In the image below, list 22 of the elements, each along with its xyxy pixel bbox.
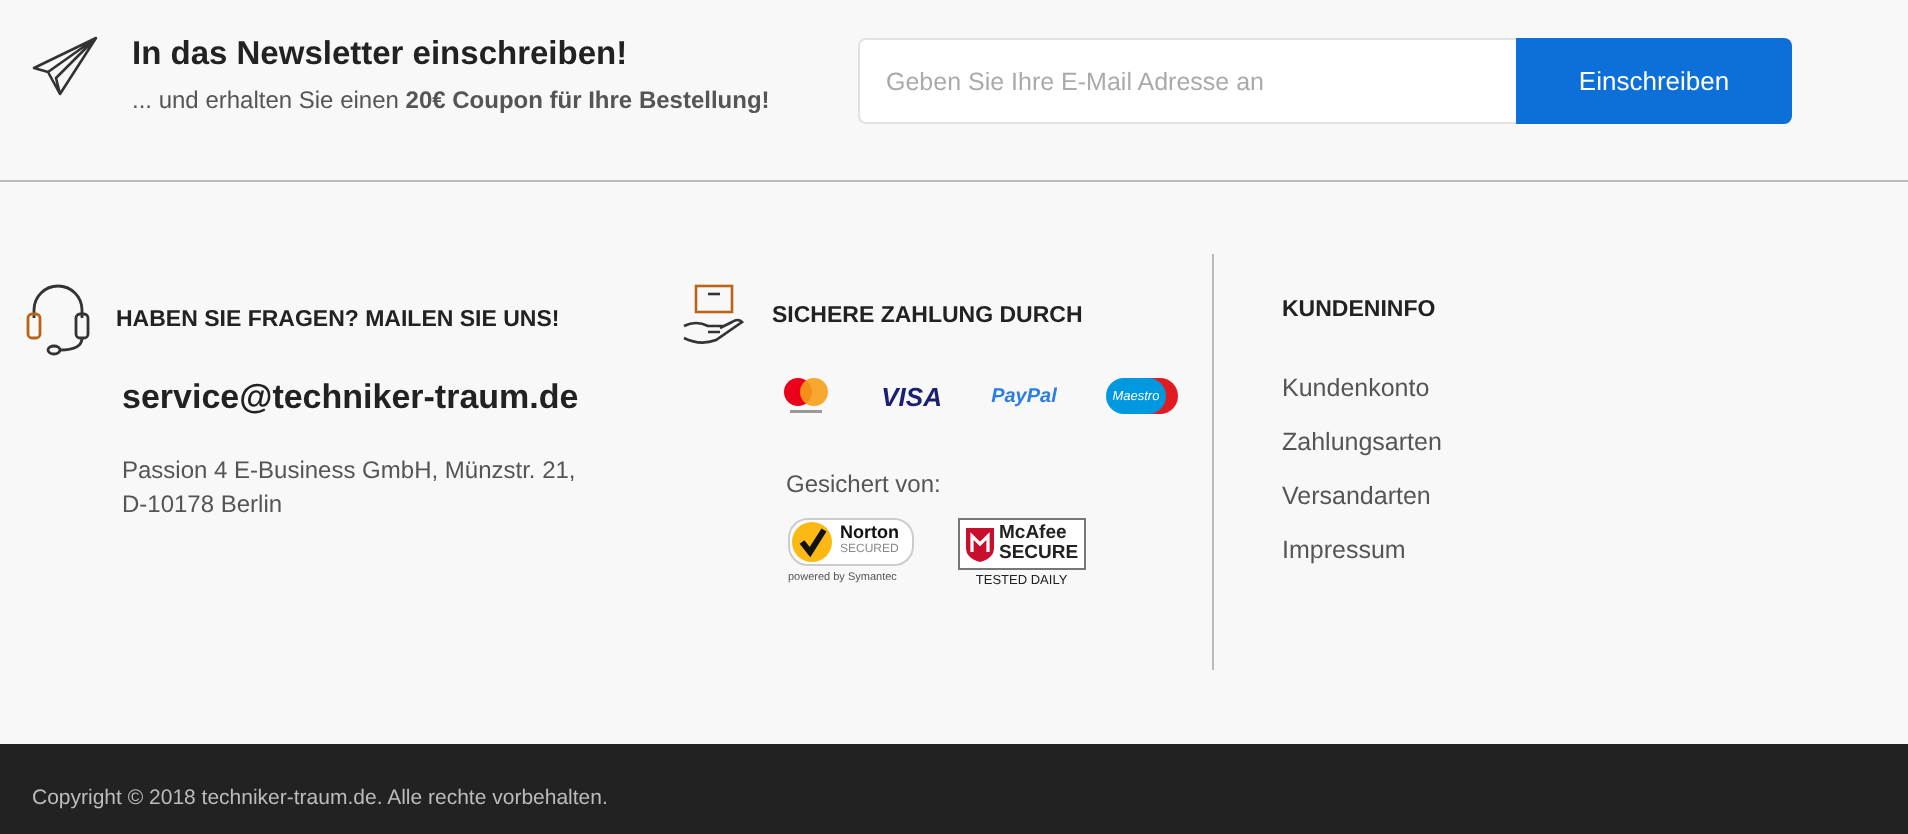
contact-heading: HABEN SIE FRAGEN? MAILEN SIE UNS! — [116, 308, 560, 332]
footer-link[interactable]: Impressum — [1282, 536, 1442, 566]
newsletter-subtitle: ... und erhalten Sie einen 20€ Coupon für Ihre Bestellung! — [132, 86, 772, 114]
headset-icon — [24, 282, 92, 358]
address-line: Passion 4 E-Business GmbH, Münzstr. 21, — [122, 454, 578, 488]
visa-logo: VISA — [881, 381, 942, 411]
customer-info-heading: KUNDENINFO — [1282, 298, 1438, 322]
email-input-field[interactable]: Geben Sie Ihre E-Mail Adresse an — [858, 38, 1516, 124]
footer-link[interactable]: Zahlungsarten — [1282, 428, 1442, 458]
secured-by-label: Gesichert von: — [786, 470, 943, 498]
mastercard-logo — [780, 376, 832, 416]
paypal-logo: PayPal — [991, 385, 1057, 407]
payment-heading: SICHERE ZAHLUNG DURCH — [772, 304, 1083, 328]
footer-link[interactable]: Kundenkonto — [1282, 374, 1442, 404]
hand-with-box-icon — [680, 282, 748, 350]
contact-email: service@techniker-traum.de — [122, 378, 581, 418]
paper-plane-icon — [30, 34, 102, 98]
copyright-text: Copyright © 2018 techniker-traum.de. Alle rechte vorbehalten. — [32, 786, 608, 810]
newsletter-title: In das Newsletter einschreiben! — [132, 36, 630, 74]
subscribe-button[interactable]: Einschreiben — [1516, 38, 1792, 124]
footer-link[interactable]: Versandarten — [1282, 482, 1442, 512]
address-line: D-10178 Berlin — [122, 488, 285, 522]
